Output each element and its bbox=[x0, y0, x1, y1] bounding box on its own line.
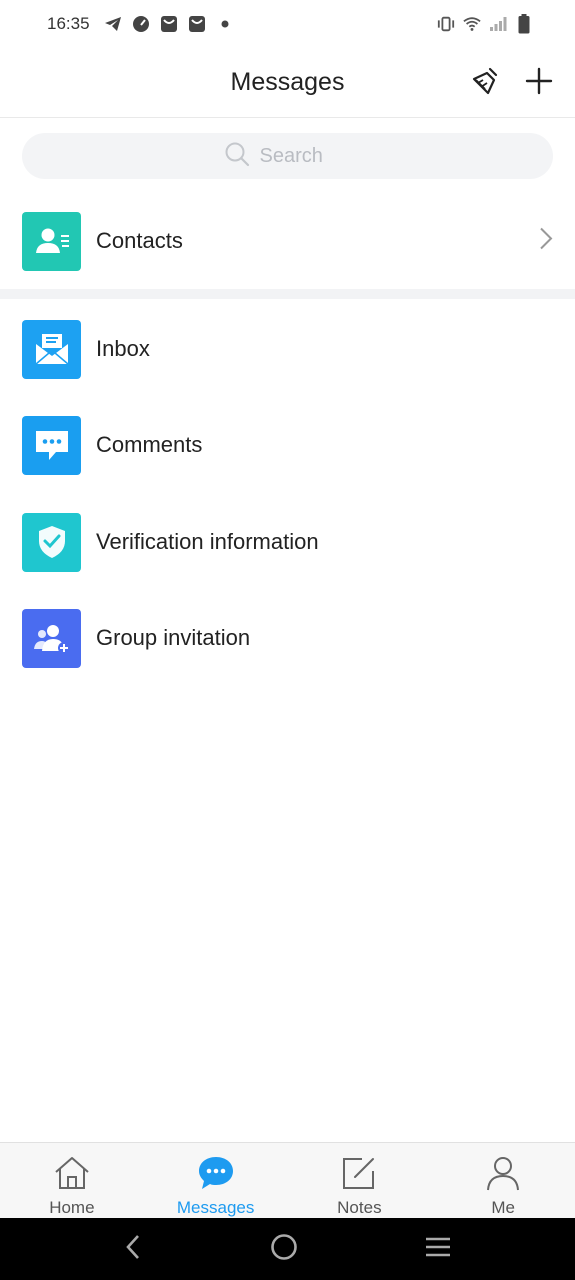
vibrate-icon bbox=[437, 15, 455, 33]
contacts-row[interactable]: Contacts bbox=[0, 193, 575, 289]
status-bar: 16:35 bbox=[0, 0, 575, 48]
tab-me[interactable]: Me bbox=[431, 1143, 575, 1218]
status-time: 16:35 bbox=[47, 14, 90, 33]
list-item-comments[interactable]: Comments bbox=[0, 397, 575, 493]
search-bar[interactable] bbox=[22, 133, 553, 179]
chat-bubble-icon bbox=[22, 415, 81, 475]
edit-icon bbox=[340, 1155, 378, 1196]
list-item-label: Comments bbox=[96, 432, 203, 457]
person-icon bbox=[484, 1155, 522, 1196]
plus-icon bbox=[525, 67, 553, 100]
header: Messages bbox=[0, 48, 575, 118]
tab-label: Me bbox=[491, 1198, 515, 1217]
tab-label: Home bbox=[49, 1198, 95, 1217]
speedometer-icon bbox=[132, 15, 150, 33]
chat-bubble-icon bbox=[197, 1155, 235, 1196]
group-add-icon bbox=[22, 608, 81, 668]
tab-label: Notes bbox=[337, 1198, 382, 1217]
contact-card-icon bbox=[22, 211, 81, 271]
status-left: 16:35 bbox=[47, 14, 234, 34]
dot-icon bbox=[216, 15, 234, 33]
add-button[interactable] bbox=[522, 66, 556, 100]
shield-check-icon bbox=[22, 512, 81, 572]
section-divider bbox=[0, 289, 575, 299]
recents-icon[interactable] bbox=[423, 1235, 453, 1264]
chevron-right-icon bbox=[539, 227, 553, 256]
list-item-inbox[interactable]: Inbox bbox=[0, 301, 575, 397]
telegram-icon bbox=[104, 15, 122, 33]
bottom-tab-bar: Home Messages Notes Me bbox=[0, 1142, 575, 1218]
list-item-label: Verification information bbox=[96, 529, 319, 554]
list-item-label: Group invitation bbox=[96, 625, 251, 650]
list-item-group-invitation[interactable]: Group invitation bbox=[0, 590, 575, 686]
search-box[interactable] bbox=[22, 133, 553, 179]
mail-bag-icon bbox=[160, 15, 178, 33]
tab-home[interactable]: Home bbox=[0, 1143, 144, 1218]
signal-icon bbox=[489, 15, 507, 33]
tab-notes[interactable]: Notes bbox=[288, 1143, 432, 1218]
system-nav-bar bbox=[0, 1218, 575, 1280]
wifi-icon bbox=[463, 15, 481, 33]
battery-icon bbox=[515, 14, 533, 34]
list-item-verification[interactable]: Verification information bbox=[0, 494, 575, 590]
back-icon[interactable] bbox=[122, 1233, 146, 1266]
home-circle-icon[interactable] bbox=[269, 1232, 299, 1267]
list-item-label: Inbox bbox=[96, 336, 150, 361]
tab-messages[interactable]: Messages bbox=[144, 1143, 288, 1218]
home-icon bbox=[53, 1155, 91, 1196]
tab-label: Messages bbox=[176, 1198, 255, 1217]
envelope-icon bbox=[22, 319, 81, 379]
search-icon bbox=[224, 141, 250, 172]
broom-icon bbox=[471, 66, 501, 101]
search-input[interactable] bbox=[257, 143, 352, 169]
clear-button[interactable] bbox=[469, 66, 503, 100]
status-right bbox=[437, 14, 533, 34]
contacts-label: Contacts bbox=[96, 228, 183, 253]
mail-bag-icon bbox=[188, 15, 206, 33]
